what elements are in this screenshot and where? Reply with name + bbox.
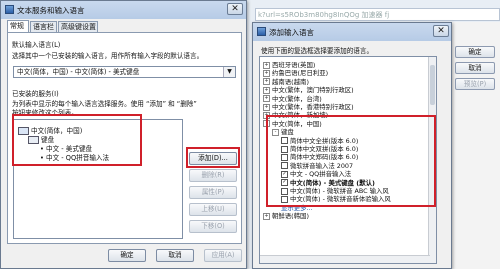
title-bar[interactable]: 文本服务和输入语言 ✕ xyxy=(1,1,246,18)
browser-address-bar[interactable]: k?url=s5ROb3m80hg8InQOg 加速器 fj xyxy=(255,8,500,21)
instruction-text: 使用下面的复选框选择要添加的语言。 xyxy=(261,47,374,55)
expand-icon[interactable]: + xyxy=(263,212,270,220)
move-down-button[interactable]: 下移(O) xyxy=(189,220,237,233)
tree-item-qq-pinyin[interactable]: • 中文 - QQ拼音输入法 xyxy=(40,152,109,162)
add-input-language-dialog: 添加输入语言 ✕ 使用下面的复选框选择要添加的语言。 + 西班牙语(英国) + 约鲁巴… xyxy=(252,22,452,269)
chevron-down-icon[interactable]: ▼ xyxy=(223,67,235,77)
language-tree-item[interactable]: + 朝鲜语(韩国) xyxy=(263,211,309,220)
scroll-thumb[interactable] xyxy=(430,65,435,105)
default-language-value: 中文(简体，中国) - 中文(简体) - 美式键盘 xyxy=(17,68,140,76)
installed-services-heading: 已安装的服务(I) xyxy=(12,90,59,98)
window-icon xyxy=(5,5,14,14)
installed-services-desc-line2: 按钮来修改这个列表。 xyxy=(12,109,78,117)
language-tree-item-label: 朝鲜语(韩国) xyxy=(272,212,309,221)
close-button[interactable]: ✕ xyxy=(433,25,449,37)
window-title: 添加输入语言 xyxy=(269,28,314,37)
ok-button[interactable]: 确定 xyxy=(108,249,146,262)
default-language-heading: 默认输入语言(L) xyxy=(12,41,61,49)
window-icon xyxy=(257,27,266,36)
installed-services-tree[interactable]: 中文(简体，中国) 键盘 • 中文 - 美式键盘 • 中文 - QQ拼音输入法 xyxy=(13,119,183,239)
collapse-icon[interactable]: - xyxy=(272,128,279,136)
close-button[interactable]: ✕ xyxy=(227,3,243,15)
text-services-dialog: 文本服务和输入语言 ✕ 常规 语言栏 高级键设置 默认输入语言(L) 选择其中一… xyxy=(0,0,247,269)
collapse-icon[interactable]: - xyxy=(263,120,270,128)
properties-button[interactable]: 属性(P) xyxy=(189,186,237,199)
title-bar[interactable]: 添加输入语言 ✕ xyxy=(253,23,451,40)
apply-button[interactable]: 应用(A) xyxy=(204,249,242,262)
cancel-button[interactable]: 取消 xyxy=(156,249,194,262)
add-button[interactable]: 添加(D)... xyxy=(189,152,237,165)
keyboard-icon xyxy=(28,136,39,144)
move-up-button[interactable]: 上移(U) xyxy=(189,203,237,216)
dialog2-cancel-button[interactable]: 取消 xyxy=(455,62,495,74)
language-tree[interactable]: + 西班牙语(英国) + 约鲁巴语(尼日利亚) + 越南语(越南) + 中文(繁体，澳门特别行… xyxy=(259,56,437,264)
horizontal-scrollbar[interactable] xyxy=(260,255,430,263)
general-tab-panel: 默认输入语言(L) 选择其中一个已安装的输入语言，用作所有输入字段的默认语言。 … xyxy=(7,32,242,244)
vertical-scrollbar[interactable] xyxy=(428,57,436,263)
dialog2-ok-button[interactable]: 确定 xyxy=(455,46,495,58)
window-title: 文本服务和输入语言 xyxy=(17,6,85,15)
remove-button[interactable]: 删除(R) xyxy=(189,169,237,182)
default-language-select[interactable]: 中文(简体，中国) - 中文(简体) - 美式键盘 ▼ xyxy=(13,66,236,78)
dialog2-preview-button[interactable]: 预览(P) xyxy=(455,78,495,90)
default-language-description: 选择其中一个已安装的输入语言，用作所有输入字段的默认语言。 xyxy=(12,52,204,60)
